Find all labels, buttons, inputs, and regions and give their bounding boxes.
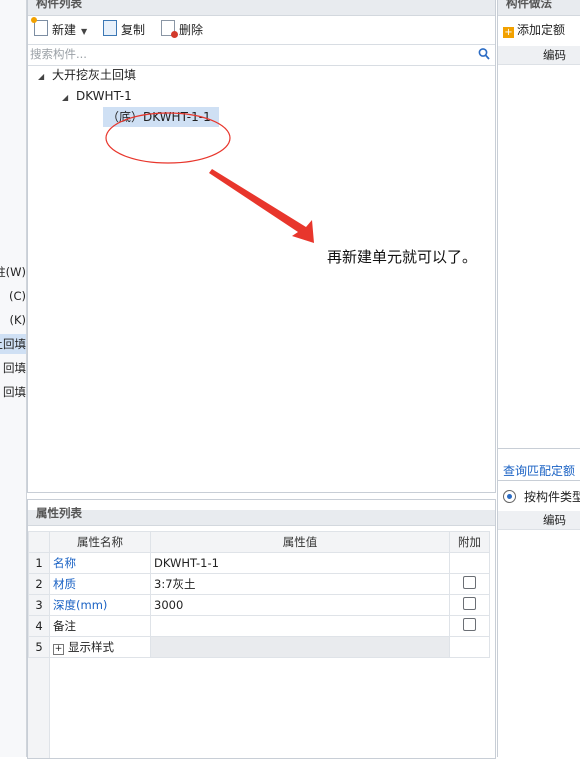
add-quota-button[interactable]: + 添加定额 xyxy=(503,20,565,40)
column-header: 属性名称 xyxy=(49,531,151,553)
property-value[interactable]: 3:7灰土 xyxy=(150,573,450,595)
property-value[interactable]: DKWHT-1-1 xyxy=(150,552,450,574)
left-tree-item[interactable]: (K) xyxy=(0,310,26,330)
component-method-title: 构件做法 xyxy=(506,0,552,10)
left-tree-item[interactable]: 柱(W) xyxy=(0,262,26,282)
property-list-title: 属性列表 xyxy=(36,506,82,520)
table-row: 5 + 显示样式 xyxy=(28,636,490,658)
attach-cell xyxy=(449,615,490,637)
property-name-expandable[interactable]: + 显示样式 xyxy=(49,636,151,658)
component-list-panel: 构件列表 新建▼ 复制 删除 ◢大开挖灰土回填 ◢DKWHT-1 （底）DKWH… xyxy=(27,0,496,493)
attach-checkbox[interactable] xyxy=(463,597,476,610)
property-list-title-bar: 属性列表 xyxy=(28,506,495,526)
left-component-tree-panel: 柱(W) (C) (K) 土回填 回填 回填 xyxy=(0,0,27,757)
property-value xyxy=(150,636,450,658)
property-name: 材质 xyxy=(49,573,151,595)
code-column-header: 编码 xyxy=(498,511,580,530)
property-name: 深度(mm) xyxy=(49,594,151,616)
expand-plus-icon[interactable]: + xyxy=(53,644,64,655)
left-tree-item-selected[interactable]: 土回填 xyxy=(0,334,26,354)
row-number: 5 xyxy=(28,636,50,658)
attach-checkbox[interactable] xyxy=(463,618,476,631)
row-number: 1 xyxy=(28,552,50,574)
column-header: 属性值 xyxy=(150,531,450,553)
row-number: 4 xyxy=(28,615,50,637)
left-tree-item[interactable]: 回填 xyxy=(0,358,26,378)
table-header-row: 属性名称 属性值 附加 xyxy=(28,531,490,553)
table-row: 4 备注 xyxy=(28,615,490,637)
property-list-panel: 属性列表 属性名称 属性值 附加 1 名称 DKWHT-1-1 2 材质 3:7… xyxy=(27,499,496,759)
tab-query-matching-quota[interactable]: 查询匹配定额 xyxy=(503,462,575,479)
table-row: 3 深度(mm) 3000 xyxy=(28,594,490,616)
property-name: 名称 xyxy=(49,552,151,574)
code-column-header: 编码 xyxy=(498,46,580,65)
property-table: 属性名称 属性值 附加 1 名称 DKWHT-1-1 2 材质 3:7灰土 3 … xyxy=(28,531,490,658)
table-row: 2 材质 3:7灰土 xyxy=(28,573,490,595)
left-tree-item[interactable]: (C) xyxy=(0,286,26,306)
arrow-icon xyxy=(209,169,314,243)
attach-cell xyxy=(449,636,490,658)
highlight-ellipse xyxy=(105,112,231,164)
radio-icon xyxy=(503,490,516,503)
by-component-type-radio[interactable]: 按构件类型 xyxy=(503,488,580,505)
divider xyxy=(498,448,580,449)
row-number: 2 xyxy=(28,573,50,595)
property-name: 备注 xyxy=(49,615,151,637)
column-header: 附加 xyxy=(449,531,490,553)
table-row: 1 名称 DKWHT-1-1 xyxy=(28,552,490,574)
row-number-gutter xyxy=(28,658,50,758)
component-method-panel: 构件做法 + 添加定额 编码 查询匹配定额 按构件类型 编码 xyxy=(497,0,580,757)
annotation-text: 再新建单元就可以了。 xyxy=(327,248,478,266)
divider xyxy=(498,480,580,481)
attach-cell xyxy=(449,594,490,616)
left-tree-item[interactable]: 回填 xyxy=(0,382,26,402)
add-icon: + xyxy=(503,27,514,38)
property-value[interactable] xyxy=(150,615,450,637)
attach-cell xyxy=(449,573,490,595)
property-value[interactable]: 3000 xyxy=(150,594,450,616)
attach-cell xyxy=(449,552,490,574)
component-method-title-bar: 构件做法 xyxy=(498,0,580,16)
attach-checkbox[interactable] xyxy=(463,576,476,589)
row-number: 3 xyxy=(28,594,50,616)
